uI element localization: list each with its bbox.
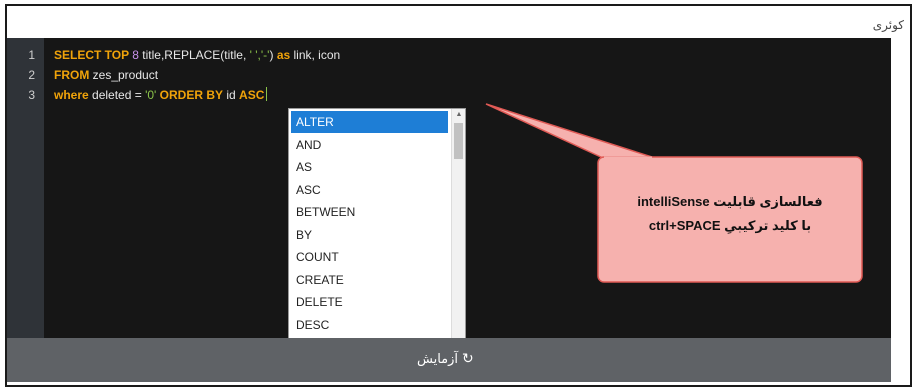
autocomplete-item[interactable]: DELETE bbox=[291, 291, 448, 313]
scroll-thumb[interactable] bbox=[454, 123, 463, 159]
autocomplete-item[interactable]: AND bbox=[291, 134, 448, 156]
autocomplete-item[interactable]: ALTER bbox=[291, 111, 448, 133]
autocomplete-scrollbar[interactable]: ▲ ▼ bbox=[451, 109, 465, 355]
autocomplete-item[interactable]: BY bbox=[291, 224, 448, 246]
scroll-up-icon[interactable]: ▲ bbox=[452, 109, 466, 121]
autocomplete-item[interactable]: DESC bbox=[291, 314, 448, 336]
autocomplete-item[interactable]: CREATE bbox=[291, 269, 448, 291]
autocomplete-item[interactable]: COUNT bbox=[291, 246, 448, 268]
autocomplete-item[interactable]: ASC bbox=[291, 179, 448, 201]
callout-line-2: با کلید ترکیبیِ ctrl+SPACE bbox=[648, 218, 812, 233]
callout-text: فعالسازی قابلیت intelliSense با کلید ترک… bbox=[600, 190, 860, 238]
autocomplete-item[interactable]: AS bbox=[291, 156, 448, 178]
editor-footer: ↻ آزمایش bbox=[7, 338, 891, 382]
run-button-label: آزمایش bbox=[417, 350, 459, 366]
refresh-icon: ↻ bbox=[462, 350, 474, 366]
autocomplete-item[interactable]: BETWEEN bbox=[291, 201, 448, 223]
autocomplete-list[interactable]: ALTER AND AS ASC BETWEEN BY COUNT CREATE DELETE D… bbox=[289, 109, 453, 355]
callout-line-1: فعالسازی قابلیت intelliSense bbox=[637, 194, 823, 209]
autocomplete-dropdown[interactable]: ALTER AND AS ASC BETWEEN BY COUNT CREATE DELETE D… bbox=[288, 108, 466, 356]
run-button[interactable]: ↻ آزمایش bbox=[417, 350, 474, 367]
